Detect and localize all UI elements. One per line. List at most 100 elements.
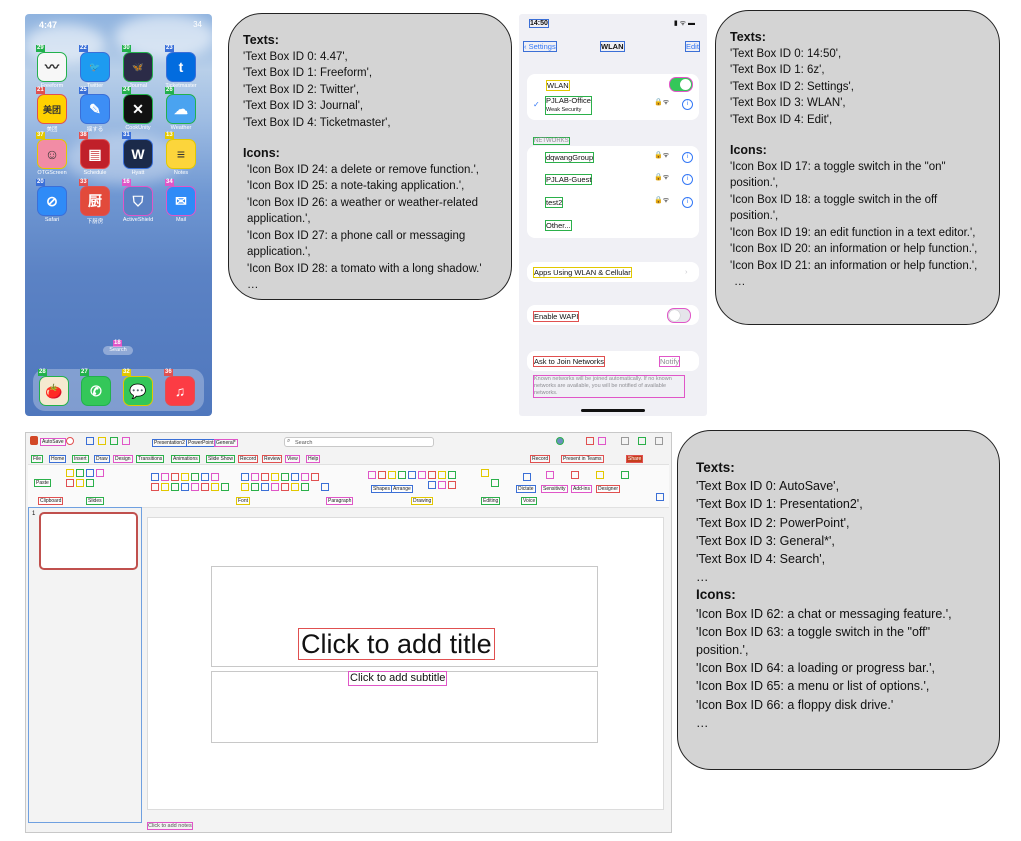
ribbon-tool-icon[interactable]: [448, 481, 456, 489]
ribbon-tool-icon[interactable]: [621, 471, 629, 479]
ribbon-tool-icon[interactable]: [191, 473, 199, 481]
app-weather-cloud-icon[interactable]: ☁: [166, 94, 196, 124]
back-settings-button[interactable]: ‹ Settings: [523, 41, 557, 52]
tab-review[interactable]: Review: [262, 455, 283, 463]
ribbon-tool-icon[interactable]: [398, 471, 406, 479]
tab-home[interactable]: Home: [49, 455, 67, 463]
ribbon-tool-icon[interactable]: [271, 473, 279, 481]
ribbon-tool-icon[interactable]: [311, 473, 319, 481]
ribbon-tool-icon[interactable]: [321, 483, 329, 491]
ribbon-add-ins[interactable]: Add-ins: [571, 485, 592, 493]
ribbon-clipboard[interactable]: Clipboard: [38, 497, 64, 505]
ribbon-tool-icon[interactable]: [261, 473, 269, 481]
maximize-icon[interactable]: [638, 437, 646, 445]
ribbon-tool-icon[interactable]: [191, 483, 199, 491]
ribbon-tool-icon[interactable]: [251, 473, 259, 481]
slide-thumbnail[interactable]: [39, 512, 138, 570]
ribbon-tool-icon[interactable]: [271, 483, 279, 491]
tab-view[interactable]: View: [285, 455, 300, 463]
edit-button[interactable]: Edit: [685, 41, 700, 52]
pen-icon[interactable]: [586, 437, 594, 445]
present-teams-button[interactable]: Present in Teams: [561, 455, 604, 463]
ribbon-tool-icon[interactable]: [408, 471, 416, 479]
ribbon-tool-icon[interactable]: [281, 473, 289, 481]
ribbon-tool-icon[interactable]: [66, 479, 74, 487]
ribbon-tool-icon[interactable]: [211, 483, 219, 491]
ribbon-slides[interactable]: Slides: [86, 497, 104, 505]
dock-music-note-icon[interactable]: ♫: [165, 376, 195, 406]
ribbon-dictate[interactable]: Dictate: [516, 485, 536, 493]
customize-icon[interactable]: [122, 437, 130, 445]
network-name[interactable]: test2: [545, 197, 564, 208]
ribbon-tool-icon[interactable]: [368, 471, 376, 479]
network-name[interactable]: Other...: [545, 220, 572, 231]
minimize-icon[interactable]: [621, 437, 629, 445]
notify-value[interactable]: Notify: [659, 356, 681, 367]
app-newspaper-icon[interactable]: ▤: [80, 139, 110, 169]
info-icon[interactable]: i: [682, 174, 693, 185]
ribbon-designer[interactable]: Designer: [596, 485, 621, 493]
info-icon[interactable]: i: [682, 152, 693, 163]
app-safari-compass-icon[interactable]: ⊘: [37, 186, 67, 216]
tab-slide-show[interactable]: Slide Show: [206, 455, 236, 463]
network-name[interactable]: PJLAB-Guest: [545, 174, 593, 185]
connected-network[interactable]: PJLAB-Office Weak Security: [545, 96, 592, 115]
ribbon-tool-icon[interactable]: [221, 483, 229, 491]
tab-help[interactable]: Help: [306, 455, 321, 463]
ribbon-tool-icon[interactable]: [378, 471, 386, 479]
app-journal-butterfly-icon[interactable]: 🦋: [123, 52, 153, 82]
slide-title-text[interactable]: Click to add title: [298, 628, 495, 660]
redo-icon[interactable]: [110, 437, 118, 445]
ribbon-paragraph[interactable]: Paragraph: [326, 497, 354, 505]
record-button[interactable]: Record: [530, 455, 551, 463]
app-otg-face-icon[interactable]: ☺: [37, 139, 67, 169]
ribbon-tool-icon[interactable]: [428, 471, 436, 479]
ribbon-tool-icon[interactable]: [388, 471, 396, 479]
chat-icon[interactable]: [598, 437, 606, 445]
sensitivity-label[interactable]: General*: [214, 439, 238, 447]
floppy-disk-icon[interactable]: [86, 437, 94, 445]
tab-transitions[interactable]: Transitions: [136, 455, 165, 463]
ribbon-tool-icon[interactable]: [241, 483, 249, 491]
tab-design[interactable]: Design: [113, 455, 133, 463]
ribbon-editing[interactable]: Editing: [481, 497, 501, 505]
ribbon-tool-icon[interactable]: [261, 483, 269, 491]
ribbon-tool-icon[interactable]: [201, 483, 209, 491]
notes-placeholder[interactable]: Click to add notes: [147, 822, 193, 830]
ribbon-tool-icon[interactable]: [523, 473, 531, 481]
ribbon-tool-icon[interactable]: [438, 481, 446, 489]
ribbon-tool-icon[interactable]: [596, 471, 604, 479]
ribbon-tool-icon[interactable]: [151, 483, 159, 491]
tab-file[interactable]: File: [31, 455, 44, 463]
tab-insert[interactable]: Insert: [72, 455, 89, 463]
ribbon-tool-icon[interactable]: [211, 473, 219, 481]
ribbon-tool-icon[interactable]: [428, 481, 436, 489]
autosave-label[interactable]: AutoSave: [40, 438, 66, 446]
ribbon-tool-icon[interactable]: [171, 483, 179, 491]
app-note-app-icon[interactable]: ✎: [80, 94, 110, 124]
ribbon-tool-icon[interactable]: [546, 471, 554, 479]
ribbon-tool-icon[interactable]: [151, 473, 159, 481]
avatar[interactable]: [556, 437, 564, 445]
ribbon-tool-icon[interactable]: [491, 479, 499, 487]
tab-animations[interactable]: Animations: [171, 455, 200, 463]
ribbon-font[interactable]: Font: [236, 497, 251, 505]
ribbon-arrange[interactable]: Arrange: [391, 485, 413, 493]
ribbon-paste[interactable]: Paste: [34, 479, 51, 487]
wapi-toggle[interactable]: [667, 308, 691, 323]
app-twitter-bird-icon[interactable]: 🐦: [80, 52, 110, 82]
info-icon[interactable]: i: [682, 99, 693, 110]
wlan-toggle[interactable]: [669, 77, 693, 92]
autosave-toggle[interactable]: [66, 437, 74, 445]
ribbon-shapes[interactable]: Shapes: [371, 485, 392, 493]
app-freeform-icon[interactable]: 〰: [37, 52, 67, 82]
ribbon-tool-icon[interactable]: [251, 483, 259, 491]
ribbon-tool-icon[interactable]: [481, 469, 489, 477]
ribbon-tool-icon[interactable]: [301, 483, 309, 491]
ribbon-voice[interactable]: Voice: [521, 497, 538, 505]
search-input[interactable]: Search: [284, 437, 434, 447]
ribbon-tool-icon[interactable]: [438, 471, 446, 479]
ribbon-tool-icon[interactable]: [291, 483, 299, 491]
apps-using-wlan[interactable]: Apps Using WLAN & Cellular: [533, 267, 632, 278]
app-delete-x-icon[interactable]: ✕: [123, 94, 153, 124]
